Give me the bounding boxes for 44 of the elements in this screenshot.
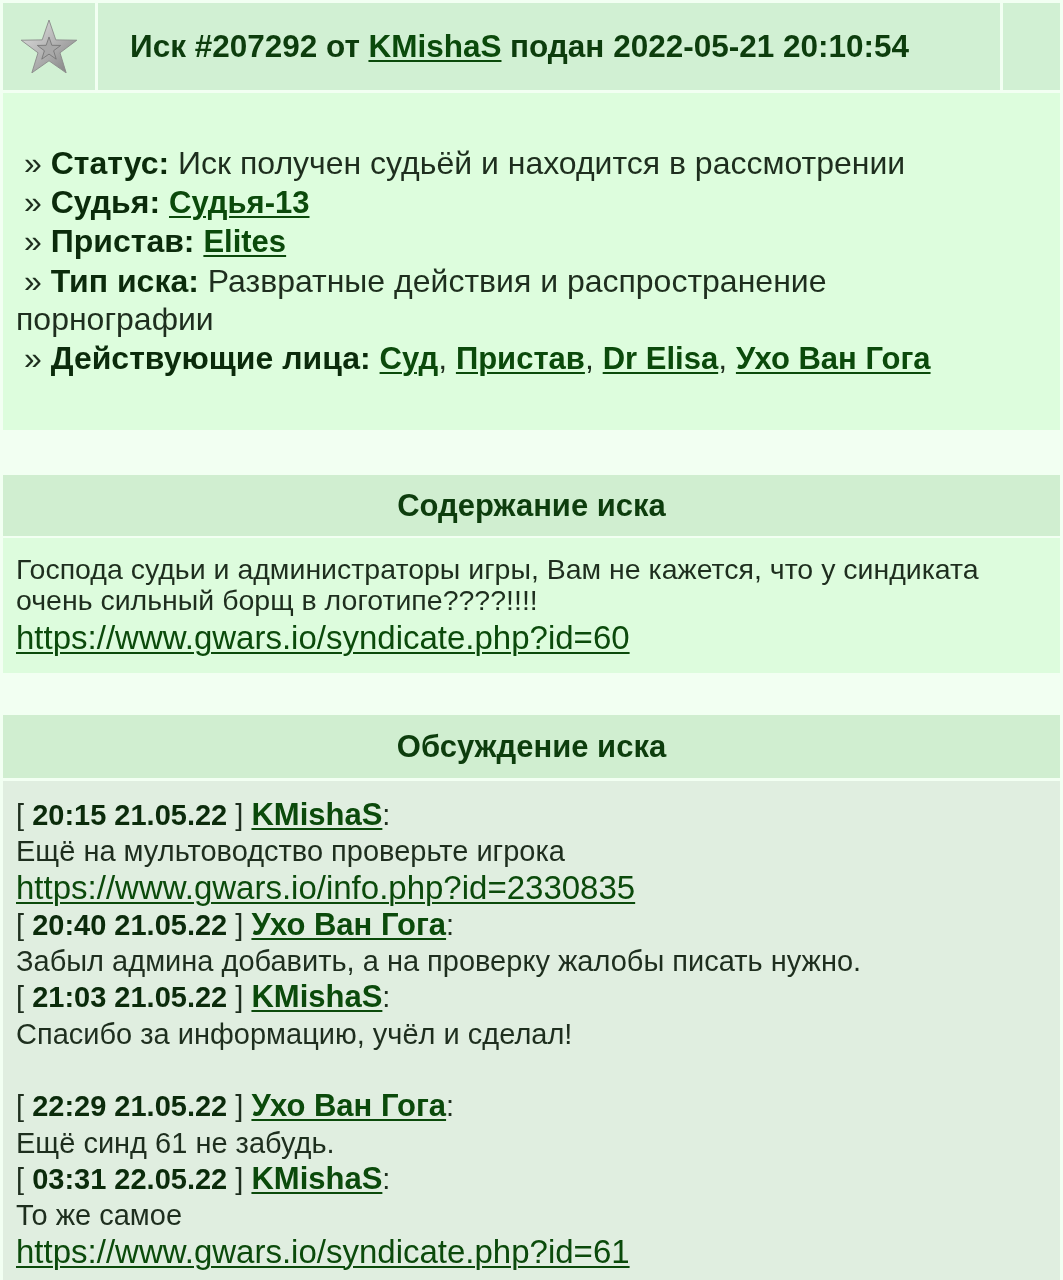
author-link[interactable]: KMishaS: [251, 797, 383, 832]
star-icon: [21, 20, 77, 73]
url-link[interactable]: https://www.gwars.io/syndicate.php?id=61: [16, 1232, 630, 1270]
claim-text: Господа судьи и администраторы игры, Вам не кажется, что у синдиката очень сильный борщ в логотипе????!!!!: [16, 553, 979, 616]
person-link[interactable]: Судья-13: [169, 184, 310, 220]
comment-timestamp: [ 20:15 21.05.22 ]: [16, 799, 244, 831]
detail-label: » Действующие лица:: [24, 339, 371, 376]
claim-title-text: подан 2022-05-21 20:10:54: [510, 28, 910, 65]
person-link[interactable]: Ухо Ван Гога: [735, 340, 931, 376]
colon-text: :: [446, 1090, 455, 1123]
colon-text: :: [382, 981, 391, 1014]
author-link[interactable]: KMishaS: [368, 28, 502, 65]
section-title: Обсуждение иска: [396, 728, 667, 765]
comment-text: Ещё на мультоводство проверьте игрока: [16, 835, 565, 868]
detail-text: » Тип иска: Развратные действия и распространение порнографии: [16, 262, 827, 337]
section-title: Содержание иска: [397, 487, 666, 524]
comment-text: Спасибо за информацию, учёл и сделал!: [16, 1017, 573, 1050]
detail-label: » Судья:: [24, 183, 161, 220]
author-link[interactable]: Ухо Ван Гога: [251, 1088, 447, 1124]
person-link[interactable]: Dr Elisa: [602, 340, 719, 376]
url-link[interactable]: https://www.gwars.io/info.php?id=2330835: [16, 868, 636, 906]
comment-text: То же самое: [16, 1199, 183, 1232]
comment-timestamp: [ 20:40 21.05.22 ]: [16, 908, 244, 941]
detail-label: » Пристав:: [24, 223, 195, 259]
comment-timestamp: [ 21:03 21.05.22 ]: [16, 981, 244, 1014]
list-separator: ,: [584, 339, 594, 376]
comment-text: Забыл админа добавить, а на проверку жалобы писать нужно.: [16, 945, 862, 978]
list-separator: ,: [718, 339, 728, 376]
claim-title-text: Иск #207292 от: [130, 28, 360, 65]
comment-text: Ещё синд 61 не забудь.: [16, 1126, 335, 1159]
author-link[interactable]: Ухо Ван Гога: [251, 906, 447, 942]
person-link[interactable]: Elites: [203, 224, 287, 259]
person-link[interactable]: Суд: [379, 340, 439, 376]
colon-text: :: [446, 908, 455, 941]
comment-timestamp: [ 03:31 22.05.22 ]: [16, 1162, 244, 1195]
list-separator: ,: [438, 339, 447, 376]
detail-text: » Статус: Иск получен судьёй и находится в рассмотрении: [24, 145, 906, 181]
author-link[interactable]: KMishaS: [251, 1160, 383, 1196]
colon-text: :: [382, 799, 391, 831]
colon-text: :: [382, 1162, 391, 1195]
author-link[interactable]: KMishaS: [251, 979, 383, 1015]
person-link[interactable]: Пристав: [455, 340, 585, 376]
comment-timestamp: [ 22:29 21.05.22 ]: [16, 1090, 244, 1123]
url-link[interactable]: https://www.gwars.io/syndicate.php?id=60: [16, 619, 630, 656]
